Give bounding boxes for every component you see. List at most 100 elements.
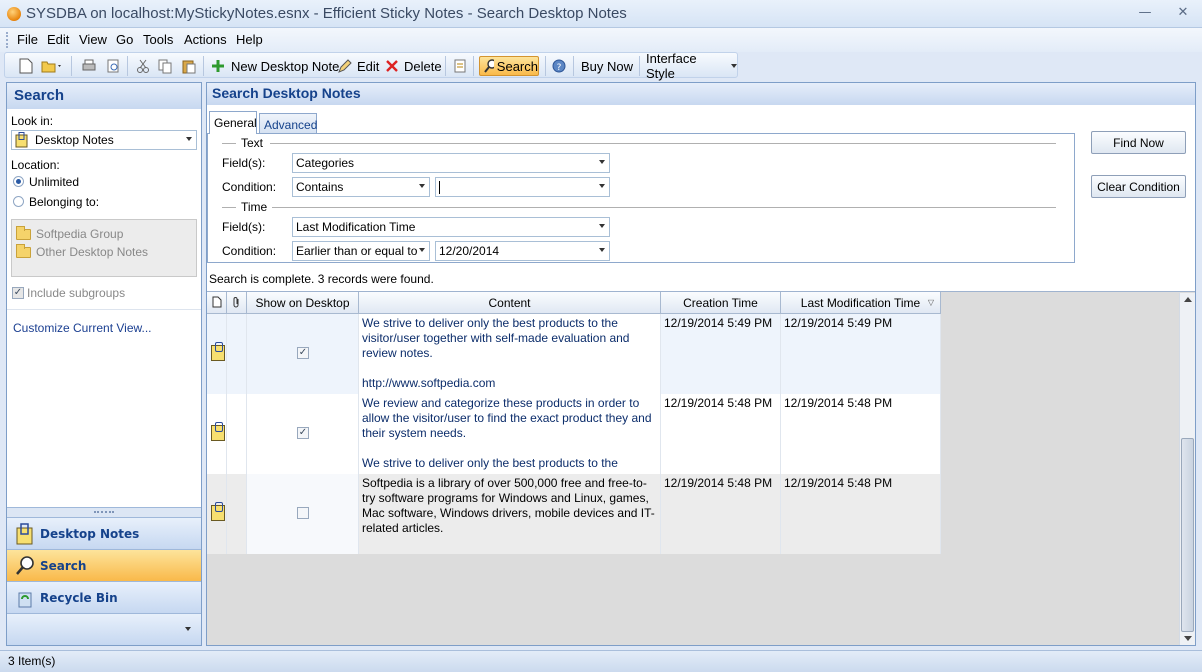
show-on-desktop-checkbox[interactable] <box>297 507 309 519</box>
toolbar-separator <box>203 56 204 76</box>
table-row[interactable]: ✓ We strive to deliver only the best pro… <box>207 314 941 394</box>
toolbar: New Desktop Note Edit Delete Search ? Bu… <box>4 51 738 81</box>
menu-file[interactable]: File <box>17 32 38 47</box>
scrollbar-thumb[interactable] <box>1181 438 1194 632</box>
nav-overflow-bar[interactable] <box>7 613 201 645</box>
nav-search[interactable]: Search <box>7 549 201 581</box>
tab-general[interactable]: General <box>209 111 257 134</box>
belonging-to-label: Belonging to: <box>29 195 100 209</box>
attachment-cell <box>227 474 247 554</box>
chevron-down-icon <box>186 137 192 141</box>
edit-label: Edit <box>357 58 380 74</box>
scroll-down-arrow-icon[interactable] <box>1184 636 1192 641</box>
note-icon <box>207 314 227 394</box>
copy-icon[interactable] <box>157 56 173 76</box>
toolbar-separator <box>545 56 546 76</box>
time-condition-select[interactable]: Earlier than or equal to <box>292 241 430 261</box>
divider <box>270 143 1056 144</box>
modification-time-cell: 12/19/2014 5:48 PM <box>781 394 941 474</box>
show-on-desktop-checkbox[interactable]: ✓ <box>297 427 309 439</box>
new-file-icon[interactable] <box>19 56 33 76</box>
clear-condition-button[interactable]: Clear Condition <box>1091 175 1186 198</box>
plus-icon <box>212 60 224 72</box>
text-condition-label: Condition: <box>222 180 277 194</box>
include-subgroups-checkbox[interactable]: ✓ <box>12 287 24 299</box>
time-condition-label: Condition: <box>222 244 277 258</box>
close-button[interactable]: ✕ <box>1176 6 1190 20</box>
text-fields-select[interactable]: Categories <box>292 153 610 173</box>
nav-desktop-notes[interactable]: Desktop Notes <box>7 517 201 549</box>
show-on-desktop-cell: ✓ <box>247 394 359 474</box>
text-condition-select[interactable]: Contains <box>292 177 430 197</box>
paste-icon[interactable] <box>181 56 197 76</box>
chevron-down-icon <box>731 64 737 68</box>
menu-tools[interactable]: Tools <box>143 32 173 47</box>
recycle-bin-icon <box>15 587 35 612</box>
time-date-picker[interactable]: 12/20/2014 <box>435 241 610 261</box>
text-cursor <box>439 181 440 194</box>
menu-go[interactable]: Go <box>116 32 133 47</box>
table-row[interactable]: Softpedia is a library of over 500,000 f… <box>207 474 941 554</box>
search-pane: Search Look in: Desktop Notes Location: … <box>6 82 202 646</box>
group-item[interactable]: Other Desktop Notes <box>16 243 148 259</box>
print-preview-icon[interactable] <box>105 56 121 76</box>
page-icon <box>212 296 221 308</box>
cut-icon[interactable] <box>135 56 151 76</box>
print-icon[interactable] <box>81 56 97 76</box>
modification-time-cell: 12/19/2014 5:48 PM <box>781 474 941 554</box>
edit-button[interactable]: Edit <box>337 56 379 76</box>
show-on-desktop-column-header[interactable]: Show on Desktop <box>247 292 359 314</box>
time-fields-value: Last Modification Time <box>296 220 416 234</box>
menu-actions[interactable]: Actions <box>184 32 227 47</box>
table-row[interactable]: ✓ We review and categorize these product… <box>207 394 941 474</box>
folder-icon <box>16 243 31 258</box>
search-button[interactable]: Search <box>479 56 539 76</box>
menu-grip <box>6 32 9 48</box>
attachment-cell <box>227 394 247 474</box>
divider <box>272 207 1056 208</box>
tab-advanced[interactable]: Advanced <box>259 113 317 133</box>
nav-recycle-bin[interactable]: Recycle Bin <box>7 581 201 613</box>
attachment-column-header[interactable] <box>227 292 247 314</box>
creation-time-column-header[interactable]: Creation Time <box>661 292 781 314</box>
splitter-handle[interactable] <box>7 507 201 517</box>
note-icon <box>207 474 227 554</box>
time-fields-select[interactable]: Last Modification Time <box>292 217 610 237</box>
creation-time-cell: 12/19/2014 5:49 PM <box>661 314 781 394</box>
chevron-down-icon <box>599 184 605 188</box>
chevron-down-icon <box>599 224 605 228</box>
time-fields-label: Field(s): <box>222 220 266 234</box>
unlimited-radio[interactable] <box>13 176 24 187</box>
folder-icon <box>16 225 31 240</box>
text-section-label: Text <box>241 136 264 150</box>
desktop-notes-icon <box>15 523 35 548</box>
note-column-header[interactable] <box>207 292 227 314</box>
delete-button[interactable]: Delete <box>384 56 442 76</box>
vertical-scrollbar[interactable] <box>1179 293 1195 645</box>
search-icon <box>484 59 494 73</box>
content-cell: We review and categorize these products … <box>359 394 661 474</box>
show-on-desktop-checkbox[interactable]: ✓ <box>297 347 309 359</box>
creation-time-cell: 12/19/2014 5:48 PM <box>661 474 781 554</box>
belonging-to-radio[interactable] <box>13 196 24 207</box>
open-folder-icon[interactable] <box>41 56 63 76</box>
group-item[interactable]: Softpedia Group <box>16 225 123 241</box>
show-on-desktop-cell: ✓ <box>247 314 359 394</box>
last-modification-time-column-header[interactable]: Last Modification Time ▽ <box>781 292 941 314</box>
customize-current-view-link[interactable]: Customize Current View... <box>13 321 152 335</box>
minimize-button[interactable]: — <box>1138 6 1152 20</box>
scroll-up-arrow-icon[interactable] <box>1184 297 1192 302</box>
help-icon[interactable]: ? <box>551 56 567 76</box>
menu-help[interactable]: Help <box>236 32 263 47</box>
menu-view[interactable]: View <box>79 32 107 47</box>
look-in-select[interactable]: Desktop Notes <box>11 130 197 150</box>
buy-now-button[interactable]: Buy Now <box>581 56 633 76</box>
interface-style-button[interactable]: Interface Style <box>646 51 737 81</box>
find-now-button[interactable]: Find Now <box>1091 131 1186 154</box>
menu-edit[interactable]: Edit <box>47 32 69 47</box>
note-properties-icon[interactable] <box>452 56 468 76</box>
look-in-value: Desktop Notes <box>35 133 114 147</box>
text-value-input[interactable] <box>435 177 610 197</box>
content-column-header[interactable]: Content <box>359 292 661 314</box>
new-desktop-note-button[interactable]: New Desktop Note <box>210 56 339 76</box>
